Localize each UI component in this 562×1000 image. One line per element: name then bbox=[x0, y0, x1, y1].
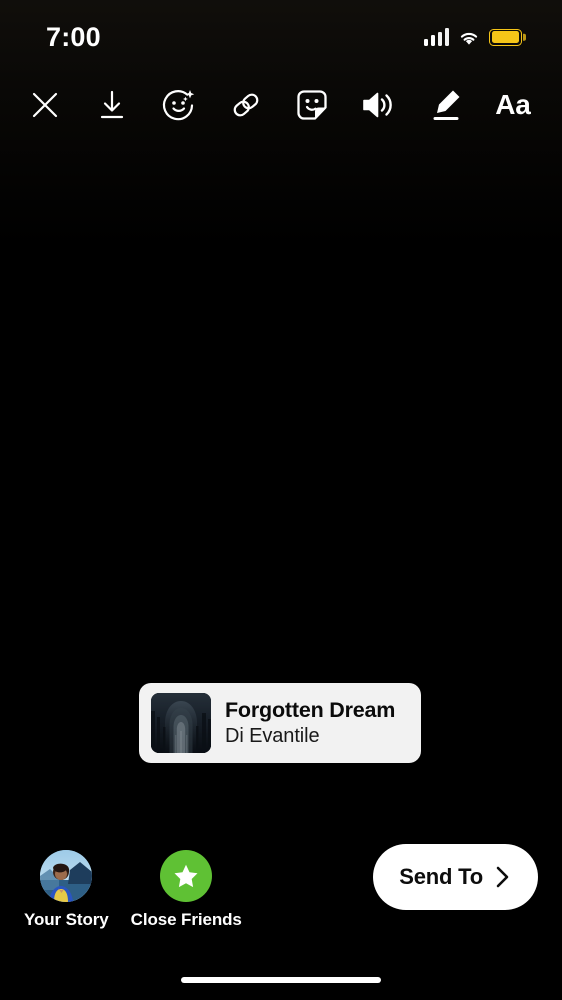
text-icon[interactable]: Aa bbox=[486, 78, 540, 132]
bottom-bar: Your Story Close Friends Send To bbox=[0, 840, 562, 1000]
close-icon[interactable] bbox=[18, 78, 72, 132]
sticker-icon[interactable] bbox=[285, 78, 339, 132]
download-icon[interactable] bbox=[85, 78, 139, 132]
speaker-icon[interactable] bbox=[352, 78, 406, 132]
link-icon[interactable] bbox=[219, 78, 273, 132]
your-story-button[interactable]: Your Story bbox=[24, 850, 109, 928]
music-sticker[interactable]: Forgotten Dream Di Evantile bbox=[139, 683, 421, 763]
status-time: 7:00 bbox=[46, 21, 101, 52]
text-icon-label: Aa bbox=[495, 89, 531, 120]
album-art-thumbnail bbox=[151, 693, 211, 753]
music-title: Forgotten Dream bbox=[225, 698, 396, 723]
instagram-story-editor: 7:00 Aa Forgotten Dream Di Evantile Your… bbox=[0, 0, 562, 1000]
your-story-label: Your Story bbox=[24, 910, 109, 929]
marker-pen-icon[interactable] bbox=[419, 78, 473, 132]
smiley-sparkle-icon[interactable] bbox=[152, 78, 206, 132]
close-friends-button[interactable]: Close Friends bbox=[131, 850, 242, 928]
music-artist: Di Evantile bbox=[225, 724, 320, 747]
signal-bars-icon bbox=[423, 28, 449, 46]
chevron-right-icon bbox=[496, 866, 509, 888]
audience-selector: Your Story Close Friends bbox=[24, 850, 242, 928]
star-icon bbox=[160, 850, 213, 902]
editor-toolbar: Aa bbox=[0, 70, 562, 140]
status-indicators bbox=[423, 24, 522, 46]
home-indicator-bar[interactable] bbox=[181, 977, 381, 983]
music-metadata: Forgotten Dream Di Evantile bbox=[225, 698, 395, 748]
close-friends-label: Close Friends bbox=[130, 910, 242, 929]
status-bar: 7:00 bbox=[0, 0, 562, 70]
avatar bbox=[40, 850, 93, 902]
send-to-label: Send To bbox=[399, 864, 483, 889]
send-to-button[interactable]: Send To bbox=[373, 844, 538, 910]
battery-icon bbox=[489, 28, 522, 46]
wifi-icon bbox=[460, 32, 478, 45]
